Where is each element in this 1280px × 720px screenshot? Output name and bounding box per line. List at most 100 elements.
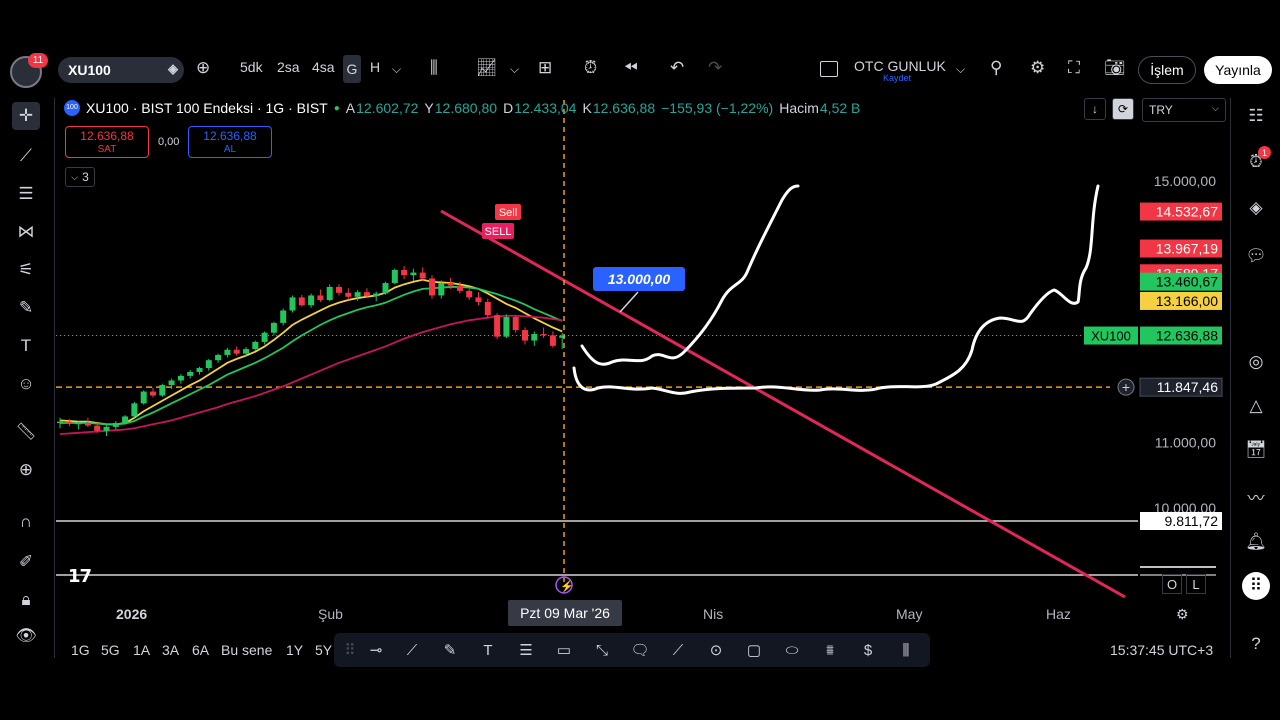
candle-body [503,317,510,337]
candle-body [298,297,305,306]
note-icon[interactable]: 🗨︎ [628,638,652,662]
symbol-logo-icon: 100 [64,100,80,116]
candle-body [531,334,538,341]
y-tick-label: 11.000,00 [1155,435,1216,451]
candle-body [261,332,268,342]
sell-label: SAT [97,144,117,155]
price-axis-label: 12.636,88 [1156,328,1218,344]
horizontal-line-icon[interactable]: ⊸ [364,638,388,662]
candle-body [168,380,175,386]
gear-icon[interactable]: ⚙ [1176,606,1189,623]
crosshair-x-label: Pzt 09 Mar '26 [508,600,622,626]
fib-icon[interactable]: ☰ [514,638,538,662]
candle-body [131,403,138,417]
lightning-icon: ⚡ [560,580,574,593]
x-tick-label: Şub [318,606,343,622]
candle-body [289,297,296,311]
ol-l-button[interactable]: L [1186,574,1206,594]
candle-body [540,334,547,336]
range-5g[interactable]: 5G [101,642,120,658]
arrow-mark-icon[interactable]: ⊙ [704,638,728,662]
candle-body [150,391,156,396]
legend-title[interactable]: XU100 · BIST 100 Endeksi · 1G · BIST [86,100,328,116]
brush-icon[interactable]: ✎ [438,638,462,662]
ellipse-icon[interactable]: ⬭ [780,638,804,662]
trendline-icon[interactable]: ⟋ [400,638,424,662]
legend-volume-label: Hacim [779,100,819,116]
sell-button[interactable]: 12.636,88 SAT [65,126,149,158]
candle-body [401,269,408,276]
price-axis-label: 9.811,72 [1165,513,1219,529]
candle-body [196,368,203,372]
candle-body [336,286,342,293]
candle-body [159,385,166,396]
trendline [440,209,1126,599]
candle-body [475,297,482,302]
x-tick-label: Nis [703,606,724,622]
legend-c-value: 12.636,88 [592,100,656,116]
candle-body [112,422,119,427]
spread-value: 0,00 [158,136,180,148]
candle-body [391,269,398,284]
x-tick-label: May [896,606,923,622]
candle-body [419,272,426,279]
candle-body [354,292,361,297]
rectangle-icon[interactable]: ▢ [742,638,766,662]
range-1g[interactable]: 1G [71,642,90,658]
download-icon[interactable]: ↓ [1084,98,1106,120]
sync-icon[interactable]: ⟳ [1112,98,1134,120]
candle-body [484,301,491,316]
legend-change: −155,93 (−1,22%) [661,100,774,116]
legend-l-value: 12.433,04 [514,100,577,116]
candle-body [326,286,333,301]
candle-body [122,416,129,423]
pattern-icon[interactable]: ⩩ [818,638,842,662]
text-icon[interactable]: T [476,638,500,662]
candle-body [205,360,212,369]
candle-body [84,422,91,426]
candle-body [373,293,380,297]
candle-body [57,421,63,423]
currency-select[interactable]: TRY ⌵ [1142,98,1226,122]
indicators-toggle[interactable]: ⌵ 3 [65,167,95,187]
drag-handle-icon[interactable]: ⠿ [338,638,362,662]
range-5y[interactable]: 5Y [315,642,332,658]
annotation-label: 13.000,00 [608,271,670,287]
price-axis-label: 13.967,19 [1156,241,1218,257]
x-tick-label: Haz [1046,606,1071,622]
candle-body [233,349,240,354]
candle-body [549,335,556,346]
range-1a[interactable]: 1A [133,642,150,658]
legend-l-label: D [503,100,514,116]
candle-body [363,292,370,297]
tradingview-logo: 𝟭𝟳 [68,566,92,586]
candle-body [317,295,324,301]
legend-h-value: 12.680,80 [434,100,498,116]
ol-o-button[interactable]: O [1162,574,1182,594]
price-range-icon[interactable]: $ [856,638,880,662]
range-1y[interactable]: 1Y [286,642,303,658]
candle-body [215,354,222,361]
range-3a[interactable]: 3A [162,642,179,658]
path-icon[interactable]: ⤡ [590,638,614,662]
symbol-tag-label: XU100 [1091,329,1131,344]
buy-label: AL [223,144,237,155]
candle-body [522,330,528,341]
drawing-toolbar: ⠿ ⊸ ⟋ ✎ T ☰ ▭ ⤡ 🗨︎ ⟋ ⊙ ▢ ⬭ ⩩ $ ⫼ [334,633,930,667]
chevron-down-icon: ⌵ [71,171,79,182]
currency-value: TRY [1149,103,1173,117]
market-open-icon: ● [333,102,340,114]
range-bu-sene[interactable]: Bu sene [221,642,272,658]
candle-body [345,292,352,297]
candle-body [466,290,473,298]
range-6a[interactable]: 6A [192,642,209,658]
indicators-count: 3 [82,170,89,184]
candle-body [66,421,73,424]
buy-button[interactable]: 12.636,88 AL [188,126,272,158]
candles-icon[interactable]: ⫼ [894,638,918,662]
candle-body [243,349,249,354]
sell-price: 12.636,88 [80,129,134,143]
ray-icon[interactable]: ⟋ [666,638,690,662]
chart-legend: 100 XU100 · BIST 100 Endeksi · 1G · BIST… [64,100,860,116]
callout-icon[interactable]: ▭ [552,638,576,662]
